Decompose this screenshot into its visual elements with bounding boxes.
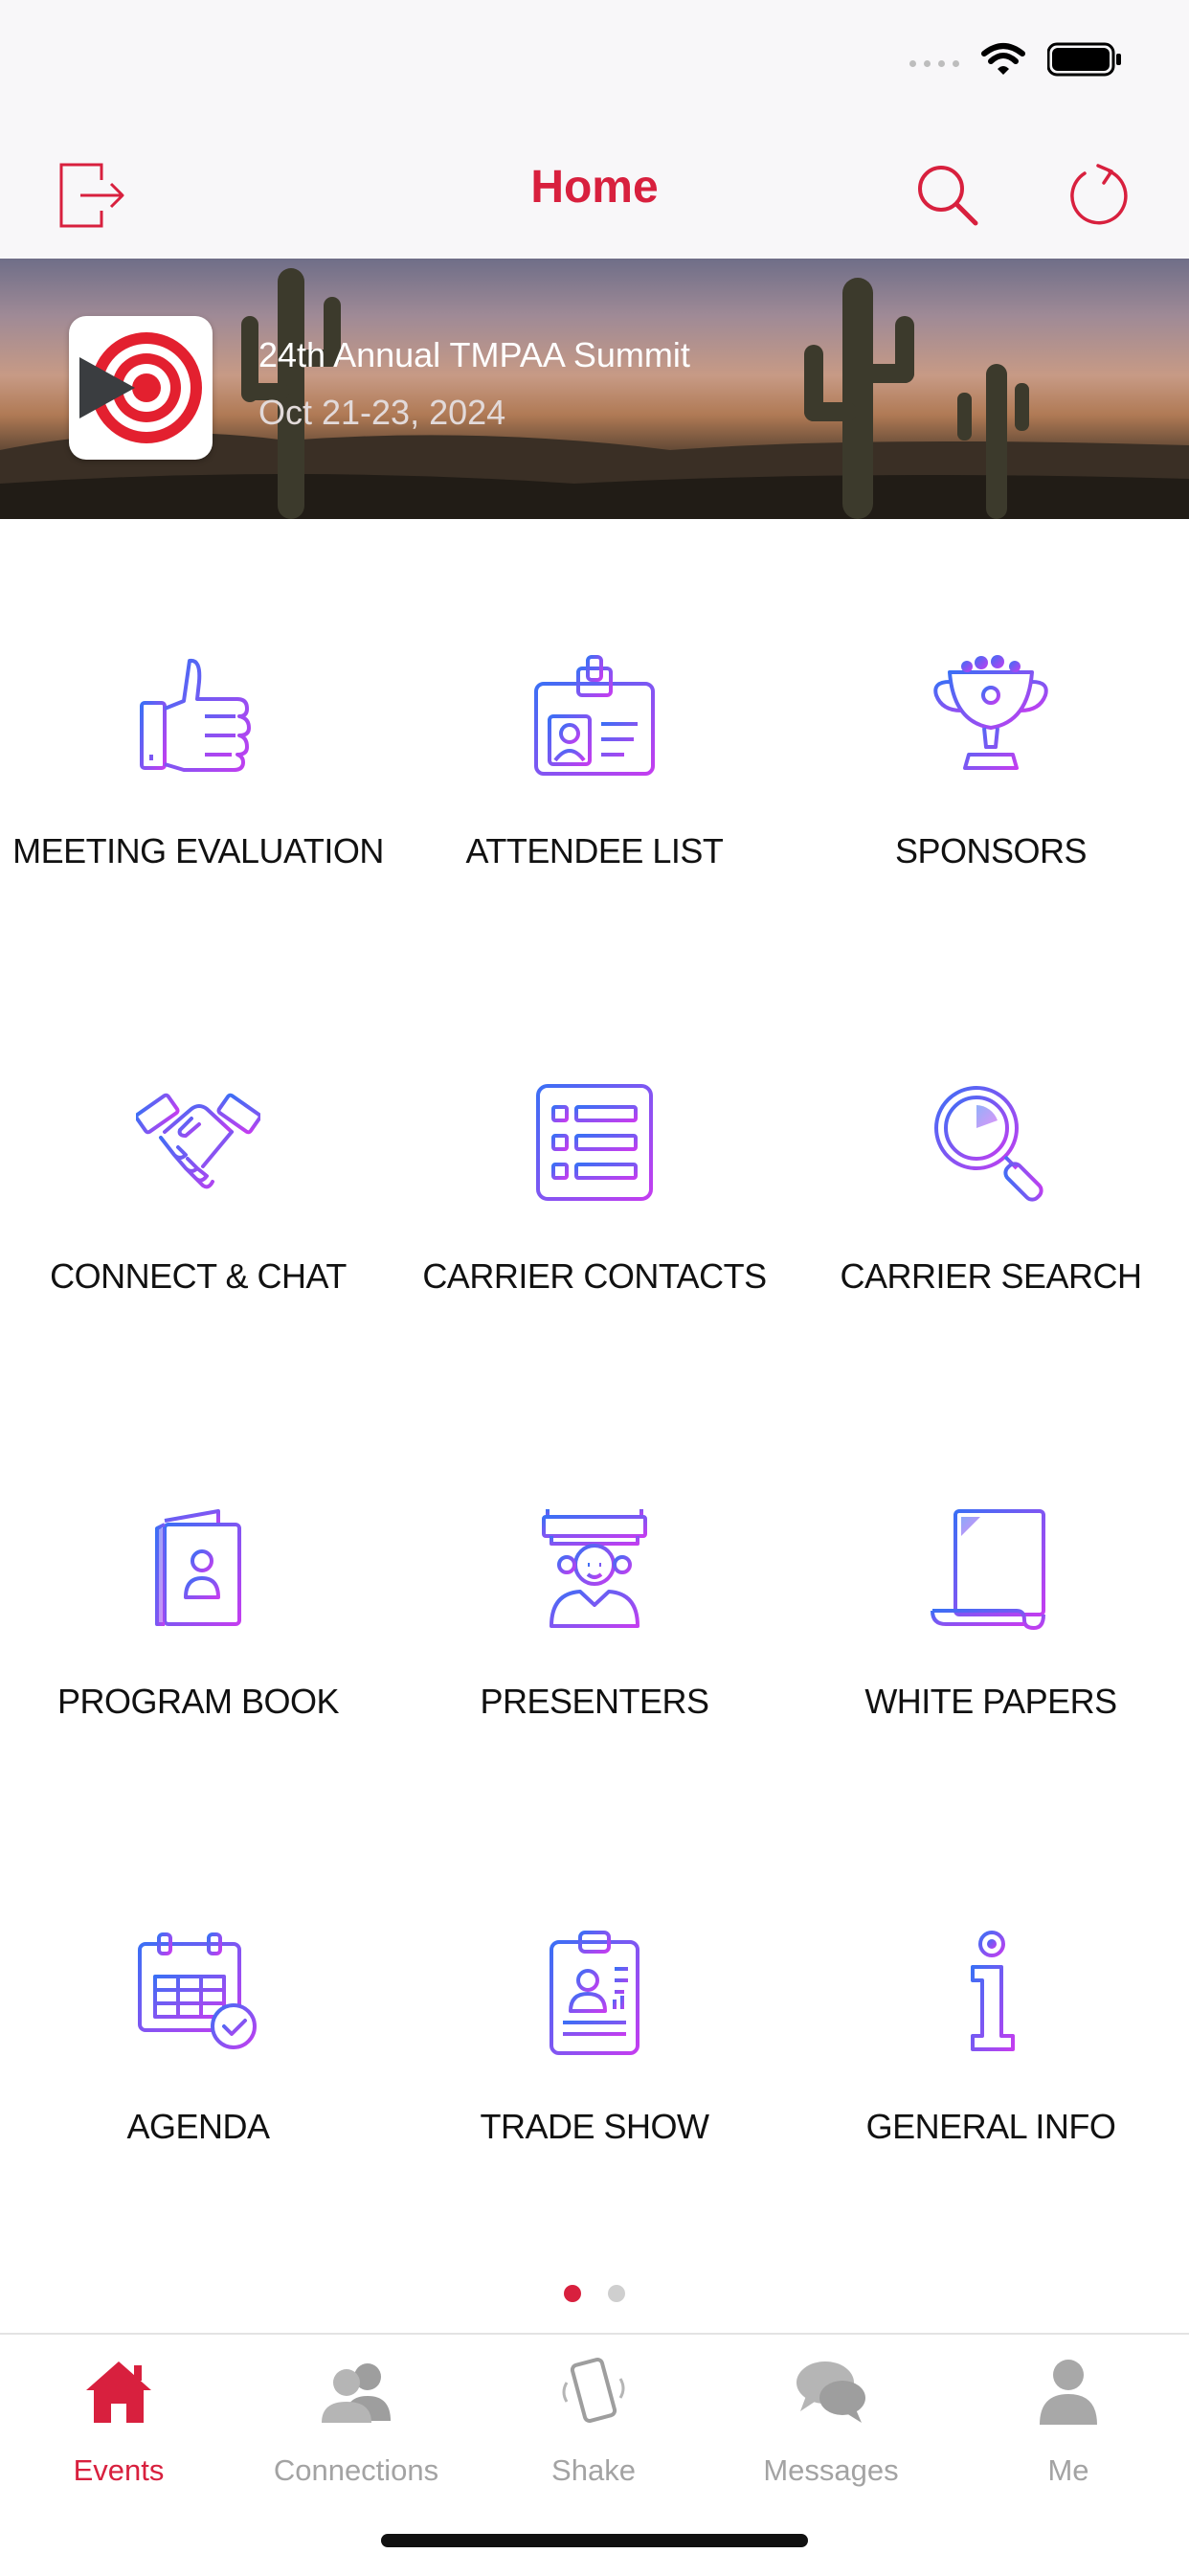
tile-label: CARRIER CONTACTS: [422, 1256, 767, 1296]
handshake-icon: [136, 1093, 260, 1189]
tab-label: Connections: [273, 2453, 439, 2487]
shake-phone-icon: [562, 2358, 625, 2423]
event-dates: Oct 21-23, 2024: [258, 393, 506, 432]
connect-chat-tile[interactable]: CONNECT & CHAT: [0, 944, 396, 1369]
chat-bubbles-icon: [796, 2361, 865, 2423]
battery-icon: [1047, 42, 1121, 77]
tile-label: SPONSORS: [894, 831, 1088, 870]
search-icon: [918, 166, 978, 226]
sponsors-tile[interactable]: SPONSORS: [793, 519, 1189, 944]
tile-label: CONNECT & CHAT: [50, 1256, 347, 1296]
trade-show-tile[interactable]: TRADE SHOW: [396, 1795, 793, 2220]
thumbs-up-icon: [140, 658, 251, 772]
general-info-tile[interactable]: GENERAL INFO: [793, 1795, 1189, 2220]
event-logo: [69, 316, 213, 460]
tile-label: WHITE PAPERS: [864, 1682, 1117, 1721]
program-book-tile[interactable]: PROGRAM BOOK: [0, 1369, 396, 1795]
tab-connections[interactable]: Connections: [237, 2354, 475, 2488]
badge-clip-icon: [550, 1931, 639, 2055]
people-icon: [322, 2363, 391, 2423]
person-icon: [1040, 2360, 1097, 2425]
tile-label: AGENDA: [126, 2107, 270, 2146]
tab-label: Messages: [763, 2453, 899, 2487]
signal-dots-icon: [909, 59, 959, 67]
home-icon: [86, 2361, 151, 2423]
feature-grid: MEETING EVALUATION ATTENDEE LIST SPONSOR…: [0, 519, 1189, 2224]
navigation-bar: Home: [0, 134, 1189, 259]
status-icons: [909, 42, 1122, 77]
wifi-icon: [981, 43, 1025, 75]
trophy-icon: [933, 655, 1048, 770]
home-indicator[interactable]: [381, 2534, 808, 2547]
tab-label: Events: [73, 2453, 165, 2487]
carrier-contacts-tile[interactable]: CARRIER CONTACTS: [396, 944, 793, 1369]
tile-label: PRESENTERS: [480, 1682, 709, 1721]
refresh-button[interactable]: [1059, 155, 1139, 236]
presenter-icon: [542, 1509, 647, 1628]
tab-label: Me: [1047, 2453, 1089, 2487]
tile-label: ATTENDEE LIST: [465, 831, 724, 870]
page-indicator[interactable]: [0, 2285, 1189, 2302]
info-icon: [971, 1931, 1015, 2051]
page-dot[interactable]: [608, 2285, 625, 2302]
tile-label: CARRIER SEARCH: [840, 1256, 1142, 1296]
tab-label: Shake: [551, 2453, 636, 2487]
white-papers-tile[interactable]: WHITE PAPERS: [793, 1369, 1189, 1795]
page-title: Home: [530, 162, 659, 213]
carrier-search-tile[interactable]: CARRIER SEARCH: [793, 944, 1189, 1369]
agenda-tile[interactable]: AGENDA: [0, 1795, 396, 2220]
event-title: 24th Annual TMPAA Summit: [258, 335, 690, 374]
calendar-icon: [138, 1932, 257, 2049]
tile-label: PROGRAM BOOK: [56, 1682, 340, 1721]
search-button[interactable]: [908, 155, 988, 236]
refresh-icon: [1070, 164, 1128, 225]
tab-messages[interactable]: Messages: [712, 2354, 950, 2488]
tab-shake[interactable]: Shake: [475, 2354, 712, 2488]
id-badge-icon: [534, 655, 655, 776]
attendee-list-tile[interactable]: ATTENDEE LIST: [396, 519, 793, 944]
tab-me[interactable]: Me: [950, 2354, 1187, 2488]
target-logo-icon: [79, 332, 202, 443]
book-icon: [155, 1509, 241, 1626]
magnifier-icon: [934, 1086, 1043, 1202]
tile-label: MEETING EVALUATION: [12, 831, 384, 870]
event-banner[interactable]: 24th Annual TMPAA Summit Oct 21-23, 2024: [0, 259, 1189, 519]
status-bar: [0, 0, 1189, 134]
presenters-tile[interactable]: PRESENTERS: [396, 1369, 793, 1795]
tab-events[interactable]: Events: [0, 2354, 237, 2488]
list-icon: [536, 1084, 653, 1201]
tile-label: GENERAL INFO: [865, 2107, 1116, 2146]
page-dot-active[interactable]: [564, 2285, 581, 2302]
tile-label: TRADE SHOW: [480, 2107, 709, 2146]
meeting-evaluation-tile[interactable]: MEETING EVALUATION: [0, 519, 396, 944]
scroll-icon: [931, 1509, 1045, 1630]
